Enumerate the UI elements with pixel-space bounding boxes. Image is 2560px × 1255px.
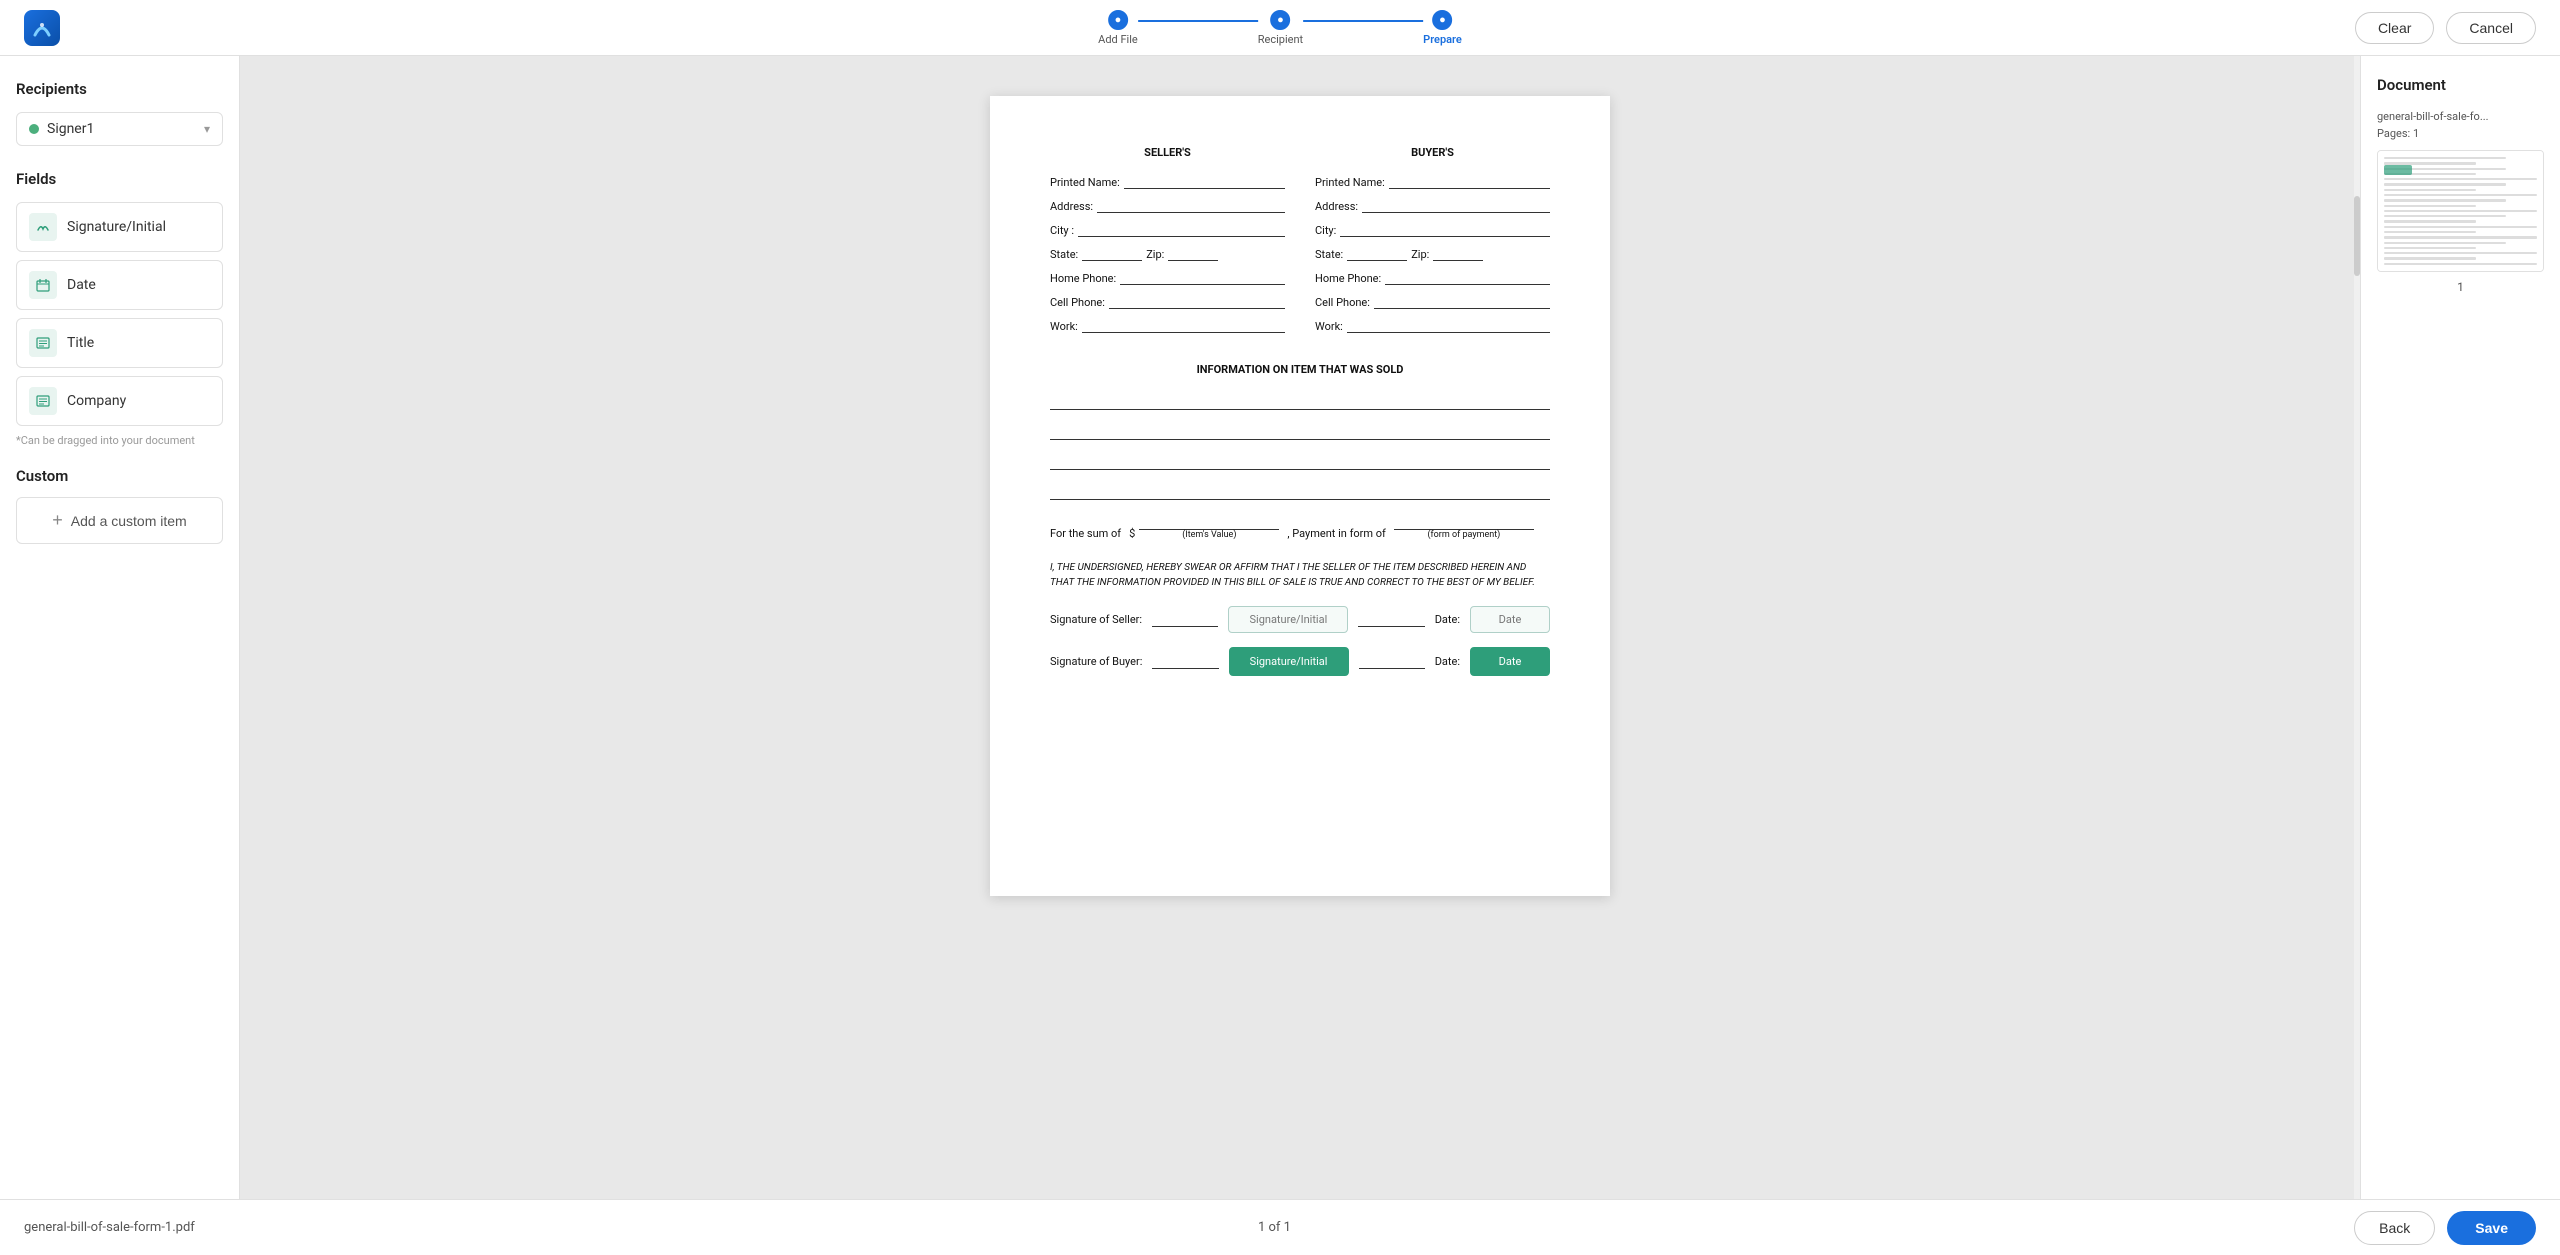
add-custom-item-button[interactable]: + Add a custom item [16, 497, 223, 544]
step-prepare: ● Prepare [1423, 10, 1462, 46]
payment-row: For the sum of $ (Item's Value) , Paymen… [1050, 516, 1550, 540]
seller-address: Address: [1050, 199, 1285, 213]
doc-thumb-pages: Pages: 1 [2377, 127, 2544, 140]
scrollbar-track [2354, 56, 2360, 1199]
sig-seller-label: Signature of Seller: [1050, 613, 1142, 626]
bottom-page-count: 1 of 1 [1258, 1220, 1291, 1235]
seller-city: City : [1050, 223, 1285, 237]
buyer-state-zip: State: Zip: [1315, 247, 1550, 261]
document-page: SELLER'S Printed Name: Address: City : [990, 96, 1610, 896]
document-area: SELLER'S Printed Name: Address: City : [240, 56, 2360, 1199]
fields-title: Fields [16, 170, 223, 188]
step-label-2: Recipient [1258, 33, 1303, 46]
doc-thumb-filename: general-bill-of-sale-fo... [2377, 110, 2544, 123]
step-label-3: Prepare [1423, 33, 1462, 46]
field-title[interactable]: Title [16, 318, 223, 368]
field-company-label: Company [67, 393, 126, 409]
field-date-label: Date [67, 277, 96, 293]
step-label-1: Add File [1098, 33, 1138, 46]
step-add-file: ● Add File [1098, 10, 1138, 46]
add-custom-label: Add a custom item [71, 513, 187, 529]
step-circle-2: ● [1270, 10, 1290, 30]
fields-section: Fields Signature/Initial [16, 170, 223, 447]
plus-icon: + [52, 510, 63, 531]
field-signature-label: Signature/Initial [67, 219, 166, 235]
buyer-address: Address: [1315, 199, 1550, 213]
bottom-bar: general-bill-of-sale-form-1.pdf 1 of 1 B… [0, 1199, 2560, 1255]
save-button[interactable]: Save [2447, 1211, 2536, 1245]
buyer-header: BUYER'S [1315, 146, 1550, 159]
recipient-dot [29, 124, 39, 134]
sig-buyer-label: Signature of Buyer: [1050, 655, 1142, 668]
item-value-label: (Item's Value) [1182, 530, 1236, 540]
buyer-work: Work: [1315, 319, 1550, 333]
item-info-header: INFORMATION ON ITEM THAT WAS SOLD [1050, 363, 1550, 376]
seller-homephone: Home Phone: [1050, 271, 1285, 285]
affidavit-text: I, THE UNDERSIGNED, HEREBY SWEAR OR AFFI… [1050, 560, 1550, 590]
date-label-seller: Date: [1435, 613, 1460, 626]
doc-page-number: 1 [2377, 280, 2544, 294]
buyer-homephone: Home Phone: [1315, 271, 1550, 285]
buyer-city: City: [1315, 223, 1550, 237]
field-title-label: Title [67, 335, 94, 351]
main-layout: Recipients Signer1 ▾ Fields Signature/In… [0, 56, 2560, 1199]
scrollbar-thumb[interactable] [2354, 196, 2360, 276]
date-filled[interactable]: Date [1470, 647, 1550, 676]
dollar-sign: $ [1129, 527, 1135, 540]
step-line-1 [1138, 20, 1258, 22]
buyer-printed-name: Printed Name: [1315, 175, 1550, 189]
field-company[interactable]: Company [16, 376, 223, 426]
buyer-sig-row: Signature of Buyer: Signature/Initial Da… [1050, 647, 1550, 676]
item-description-lines [1050, 388, 1550, 500]
seller-buyer-section: SELLER'S Printed Name: Address: City : [1050, 146, 1550, 343]
step-circle-1: ● [1108, 10, 1128, 30]
thumb-highlight [2384, 165, 2412, 175]
company-icon [29, 387, 57, 415]
buyer-cellphone: Cell Phone: [1315, 295, 1550, 309]
bottom-actions: Back Save [2354, 1211, 2536, 1245]
seller-printed-name: Printed Name: [1050, 175, 1285, 189]
app-logo [24, 10, 60, 46]
doc-thumbnail[interactable] [2377, 150, 2544, 272]
seller-col: SELLER'S Printed Name: Address: City : [1050, 146, 1285, 343]
date-icon [29, 271, 57, 299]
step-line-2 [1303, 20, 1423, 22]
seller-cellphone: Cell Phone: [1050, 295, 1285, 309]
cancel-button[interactable]: Cancel [2446, 12, 2536, 44]
signature-section: Signature of Seller: Signature/Initial D… [1050, 606, 1550, 676]
seller-header: SELLER'S [1050, 146, 1285, 159]
clear-button[interactable]: Clear [2355, 12, 2434, 44]
header-actions: Clear Cancel [2355, 12, 2536, 44]
recipient-dropdown[interactable]: Signer1 ▾ [16, 112, 223, 146]
buyer-col: BUYER'S Printed Name: Address: City: [1315, 146, 1550, 343]
seller-sig-row: Signature of Seller: Signature/Initial D… [1050, 606, 1550, 633]
signature-icon [29, 213, 57, 241]
drag-hint: *Can be dragged into your document [16, 434, 223, 447]
sig-initial-outline[interactable]: Signature/Initial [1228, 606, 1348, 633]
seller-work: Work: [1050, 319, 1285, 333]
date-label-buyer: Date: [1435, 655, 1460, 668]
seller-state-zip: State: Zip: [1050, 247, 1285, 261]
sidebar: Recipients Signer1 ▾ Fields Signature/In… [0, 56, 240, 1199]
right-panel: Document general-bill-of-sale-fo... Page… [2360, 56, 2560, 1199]
payment-prefix: For the sum of [1050, 527, 1121, 540]
recipient-name: Signer1 [47, 121, 204, 137]
title-icon [29, 329, 57, 357]
form-of-payment-label: (form of payment) [1427, 530, 1500, 540]
field-signature[interactable]: Signature/Initial [16, 202, 223, 252]
field-date[interactable]: Date [16, 260, 223, 310]
date-outline[interactable]: Date [1470, 606, 1550, 633]
custom-title: Custom [16, 467, 223, 485]
back-button[interactable]: Back [2354, 1211, 2435, 1245]
progress-steps: ● Add File ● Recipient ● Prepare [1098, 10, 1462, 46]
recipients-title: Recipients [16, 80, 223, 98]
step-recipient: ● Recipient [1258, 10, 1303, 46]
bottom-filename: general-bill-of-sale-form-1.pdf [24, 1220, 195, 1235]
payment-conjunction: , Payment in form of [1287, 527, 1386, 540]
header: ● Add File ● Recipient ● Prepare Clear C… [0, 0, 2560, 56]
chevron-down-icon: ▾ [204, 122, 210, 136]
sig-initial-filled[interactable]: Signature/Initial [1229, 647, 1349, 676]
step-circle-3: ● [1432, 10, 1452, 30]
right-panel-title: Document [2377, 76, 2544, 94]
